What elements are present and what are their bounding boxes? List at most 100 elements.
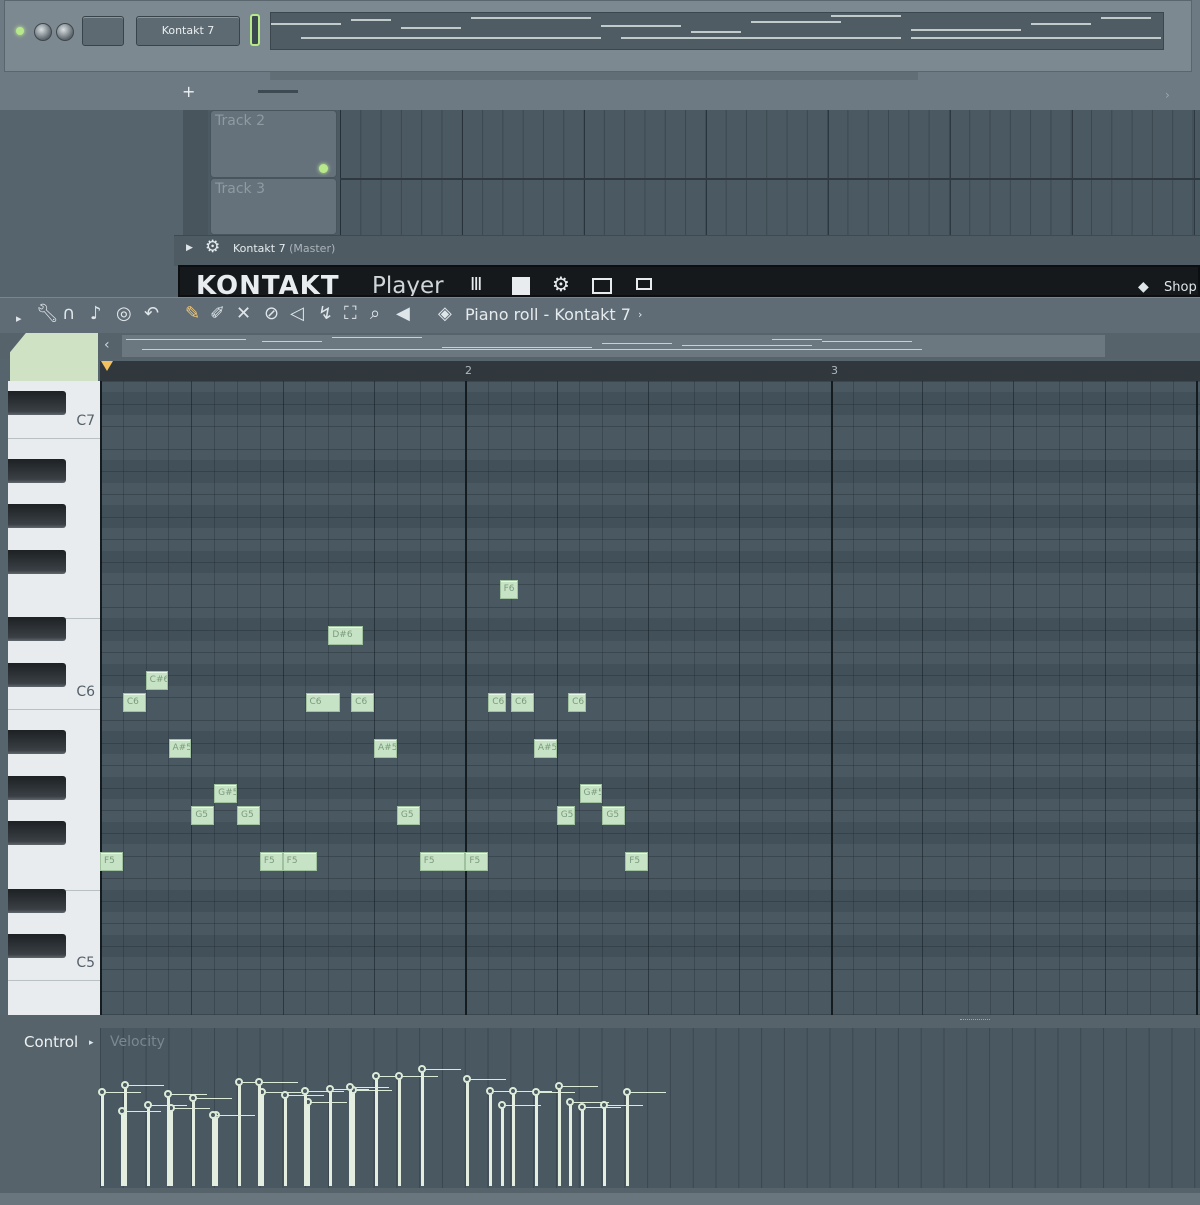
title-arrow-icon[interactable]: › [638, 308, 642, 321]
velocity-bar[interactable] [123, 1084, 127, 1186]
note-c6[interactable]: C6 [511, 693, 534, 713]
scroll-left-icon[interactable]: ‹ [104, 337, 110, 353]
select-tool-icon[interactable]: ⛶ [344, 305, 357, 323]
velocity-bar[interactable] [146, 1105, 150, 1186]
velocity-bar[interactable] [306, 1101, 310, 1186]
velocity-bar[interactable] [466, 1079, 470, 1186]
velocity-bar[interactable] [101, 1092, 104, 1186]
track-header-3[interactable]: Track 3 [210, 178, 337, 235]
velocity-bar[interactable] [603, 1105, 607, 1186]
piano-roll-corner-tab[interactable] [10, 333, 98, 381]
velocity-bar[interactable] [303, 1091, 307, 1186]
note-f5[interactable]: F5 [625, 851, 649, 871]
add-channel-button[interactable]: + [182, 82, 195, 101]
velocity-bar[interactable] [534, 1092, 538, 1186]
velocity-bar[interactable] [121, 1110, 124, 1186]
note-asharp5[interactable]: A#5 [374, 738, 397, 758]
velocity-bar[interactable] [500, 1105, 504, 1186]
channel-pattern-preview[interactable] [270, 12, 1164, 50]
playback-tool-icon[interactable]: ◀ [396, 305, 410, 323]
velocity-lane[interactable] [98, 1028, 1200, 1188]
scroll-thumb[interactable] [258, 90, 298, 93]
velocity-bar[interactable] [420, 1069, 424, 1186]
velocity-bar[interactable] [215, 1114, 219, 1186]
target-channel-icon[interactable]: ◈ [438, 305, 452, 323]
note-dsharp6[interactable]: D#6 [328, 625, 363, 645]
velocity-bar[interactable] [349, 1087, 353, 1186]
mute-tool-icon[interactable]: ⊘ [264, 305, 279, 323]
note-g5[interactable]: G5 [602, 806, 626, 826]
pan-knob[interactable] [56, 23, 74, 41]
record-icon[interactable]: ◎ [116, 305, 132, 323]
black-key[interactable] [8, 888, 66, 913]
note-g5[interactable]: G5 [556, 806, 575, 826]
velocity-bar[interactable] [212, 1114, 216, 1186]
note-asharp5[interactable]: A#5 [533, 738, 557, 758]
velocity-bar[interactable] [397, 1075, 401, 1186]
channel-select-indicator[interactable] [250, 14, 260, 46]
pencil-tool-icon[interactable]: ✎ [185, 305, 200, 323]
scroll-right-icon[interactable]: › [1165, 88, 1170, 102]
control-arrow-icon[interactable]: ▸ [89, 1038, 94, 1048]
paint-tool-icon[interactable]: ✐ [210, 305, 225, 323]
velocity-bar[interactable] [192, 1097, 196, 1186]
black-key[interactable] [8, 775, 66, 800]
magnet-icon[interactable]: ∩ [62, 305, 75, 323]
note-g5[interactable]: G5 [191, 806, 215, 826]
black-key[interactable] [8, 617, 66, 642]
velocity-bar[interactable] [169, 1108, 173, 1186]
black-key[interactable] [8, 391, 66, 416]
note-c6[interactable]: C6 [122, 693, 146, 713]
note-csharp6[interactable]: C#6 [145, 670, 169, 690]
black-key[interactable] [8, 459, 66, 484]
settings-icon[interactable]: ⚙ [552, 274, 570, 296]
velocity-bar[interactable] [375, 1075, 379, 1186]
save-icon[interactable] [512, 277, 530, 295]
note-icon[interactable]: ♪ [90, 305, 102, 323]
velocity-bar[interactable] [166, 1093, 170, 1186]
black-key[interactable] [8, 730, 66, 755]
black-key[interactable] [8, 820, 66, 845]
velocity-bar[interactable] [512, 1091, 516, 1186]
track-header-2[interactable]: Track 2 [210, 110, 337, 178]
velocity-bar[interactable] [557, 1085, 561, 1186]
mixer-track-selector[interactable] [82, 16, 124, 46]
rack-view-icon[interactable] [592, 278, 612, 294]
black-key[interactable] [8, 549, 66, 574]
velocity-bar[interactable] [569, 1101, 573, 1186]
track-led-icon[interactable] [319, 164, 328, 173]
channel-active-led[interactable] [16, 27, 24, 35]
note-asharp5[interactable]: A#5 [168, 738, 192, 758]
velocity-bar[interactable] [489, 1091, 493, 1186]
black-key[interactable] [8, 662, 66, 687]
note-f5[interactable]: F5 [419, 851, 466, 871]
piano-roll-menu-arrow-icon[interactable]: ▸ [16, 310, 22, 328]
note-f5[interactable]: F5 [282, 851, 317, 871]
note-f6[interactable]: F6 [499, 580, 518, 600]
playlist-grid[interactable] [340, 110, 1200, 235]
zoom-tool-icon[interactable]: ⌕ [370, 305, 380, 323]
note-c6[interactable]: C6 [488, 693, 507, 713]
channel-rack-scrollbar[interactable] [270, 72, 918, 80]
velocity-bar[interactable] [258, 1082, 261, 1186]
note-gsharp5[interactable]: G#5 [214, 783, 237, 803]
note-g5[interactable]: G5 [396, 806, 420, 826]
library-icon[interactable]: Ⅲ [470, 276, 482, 296]
piano-roll-title[interactable]: Piano roll - Kontakt 7 [465, 305, 631, 324]
slice-tool-icon[interactable]: ◁ [290, 305, 304, 323]
channel-name-button[interactable]: Kontakt 7 [136, 16, 240, 46]
note-f5[interactable]: F5 [465, 851, 489, 871]
delete-tool-icon[interactable]: ✕ [236, 305, 251, 323]
control-dropdown[interactable]: Control [24, 1033, 78, 1051]
velocity-bar[interactable] [626, 1092, 630, 1186]
note-g5[interactable]: G5 [237, 806, 260, 826]
wrench-icon[interactable]: 🔧︎ [36, 305, 59, 323]
velocity-bar[interactable] [580, 1106, 584, 1186]
velocity-bar[interactable] [329, 1088, 333, 1186]
piano-roll-grid[interactable]: F5 C6 C#6 A#5 G5 G#5 G5 F5 F5 C6 D#6 C6 A#5 G5 F5 F5 C6 F… [100, 381, 1200, 1015]
note-f5[interactable]: F5 [259, 851, 283, 871]
black-key[interactable] [8, 504, 66, 529]
volume-knob[interactable] [34, 23, 52, 41]
timeline-ruler[interactable] [100, 361, 1200, 381]
velocity-bar[interactable] [283, 1095, 287, 1186]
